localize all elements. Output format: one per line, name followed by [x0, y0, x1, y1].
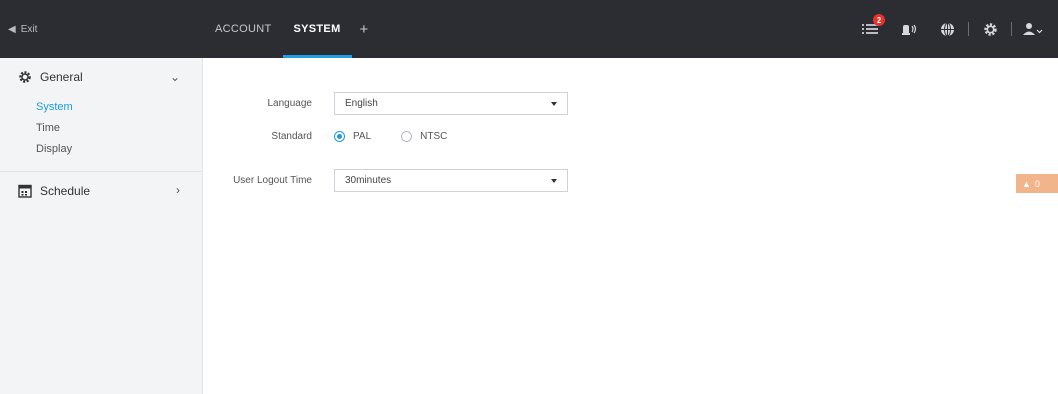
sidebar-group-schedule[interactable]: Schedule ›: [0, 174, 202, 208]
sidebar-item-display[interactable]: Display: [0, 138, 202, 159]
radio-pal-label: PAL: [353, 131, 372, 142]
exit-button[interactable]: ◀ Exit: [8, 24, 37, 35]
standard-row: Standard PAL NTSC: [222, 131, 477, 142]
logout-time-select[interactable]: 30minutes: [334, 169, 568, 192]
logout-label: User Logout Time: [233, 175, 312, 186]
toolbar-separator: [1011, 22, 1012, 36]
add-tab-button[interactable]: +: [352, 0, 377, 58]
language-value: English: [345, 98, 378, 109]
top-bar: ◀ Exit ACCOUNT SYSTEM + 2: [0, 0, 1058, 58]
language-row: Language English: [222, 92, 568, 115]
gear-icon: [983, 22, 997, 36]
alarm-count: 0: [1034, 178, 1040, 189]
alarm-indicator[interactable]: ▲ 0: [1016, 174, 1058, 193]
top-right-toolbar: 2: [852, 0, 1058, 58]
arrow-left-icon: ◀: [8, 24, 16, 35]
logout-row: User Logout Time 30minutes: [222, 169, 568, 192]
radio-ntsc-label: NTSC: [420, 131, 448, 142]
sidebar-item-system[interactable]: System: [0, 96, 202, 117]
radio-pal[interactable]: PAL: [334, 131, 371, 142]
tab-account[interactable]: ACCOUNT: [204, 0, 283, 58]
tab-system[interactable]: SYSTEM: [282, 0, 352, 58]
notification-badge: 2: [873, 14, 885, 26]
language-select[interactable]: English: [334, 92, 568, 115]
radio-ntsc[interactable]: NTSC: [401, 131, 447, 142]
standard-label: Standard: [271, 131, 312, 142]
sidebar-sublist-general: System Time Display: [0, 94, 202, 172]
alarm-sound-button[interactable]: [898, 18, 920, 40]
chevron-down-icon: ⌄: [169, 70, 180, 84]
toolbar-separator: [968, 22, 969, 36]
radio-checked-icon: [334, 131, 345, 142]
tab-bar: ACCOUNT SYSTEM +: [204, 0, 377, 58]
logout-time-value: 30minutes: [345, 175, 392, 186]
calendar-icon: [18, 184, 32, 198]
chevron-right-icon: ›: [176, 183, 180, 197]
tab-account-label: ACCOUNT: [215, 23, 272, 35]
sidebar: General ⌄ System Time Display Schedule ›: [0, 58, 203, 394]
user-menu-button[interactable]: [1022, 18, 1044, 40]
sidebar-item-time[interactable]: Time: [0, 117, 202, 138]
settings-button[interactable]: [979, 18, 1001, 40]
caret-down-icon: [551, 102, 557, 106]
siren-icon: [902, 24, 917, 35]
language-label: Language: [267, 98, 313, 109]
network-button[interactable]: [936, 18, 958, 40]
user-icon: [1023, 23, 1043, 35]
warning-icon: ▲: [1022, 178, 1031, 189]
sidebar-group-label: Schedule: [40, 184, 91, 198]
radio-unchecked-icon: [401, 131, 413, 142]
add-tab-label: +: [359, 20, 369, 38]
sidebar-group-label: General: [40, 70, 83, 84]
tab-system-label: SYSTEM: [293, 23, 341, 35]
exit-label: Exit: [20, 24, 38, 35]
sidebar-group-general[interactable]: General ⌄: [0, 60, 202, 94]
caret-down-icon: [551, 179, 557, 183]
task-list-button[interactable]: 2: [860, 14, 885, 40]
gear-icon: [18, 70, 32, 84]
globe-icon: [940, 22, 954, 36]
